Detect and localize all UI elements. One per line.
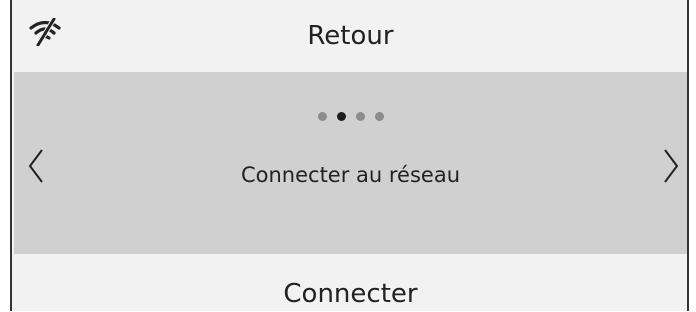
- back-button[interactable]: Retour: [14, 0, 687, 72]
- page-dot: [374, 112, 384, 121]
- connect-button[interactable]: Connecter: [14, 276, 687, 312]
- screen-right-edge: [687, 0, 696, 311]
- page-dot-active: [336, 112, 346, 121]
- screen-left-edge: [0, 0, 12, 311]
- device-screen: Retour Connecter au réseau Connecter: [0, 0, 696, 311]
- footer-bar: Connecter: [14, 254, 687, 311]
- page-indicator: [14, 112, 687, 124]
- page-dot: [317, 112, 327, 121]
- chevron-right-icon: [664, 149, 679, 183]
- header-bar: Retour: [14, 0, 687, 72]
- slide-title: Connecter au réseau: [240, 163, 461, 187]
- carousel: Connecter au réseau: [14, 72, 687, 254]
- page-dot: [355, 112, 365, 121]
- next-slide-button[interactable]: [655, 142, 685, 192]
